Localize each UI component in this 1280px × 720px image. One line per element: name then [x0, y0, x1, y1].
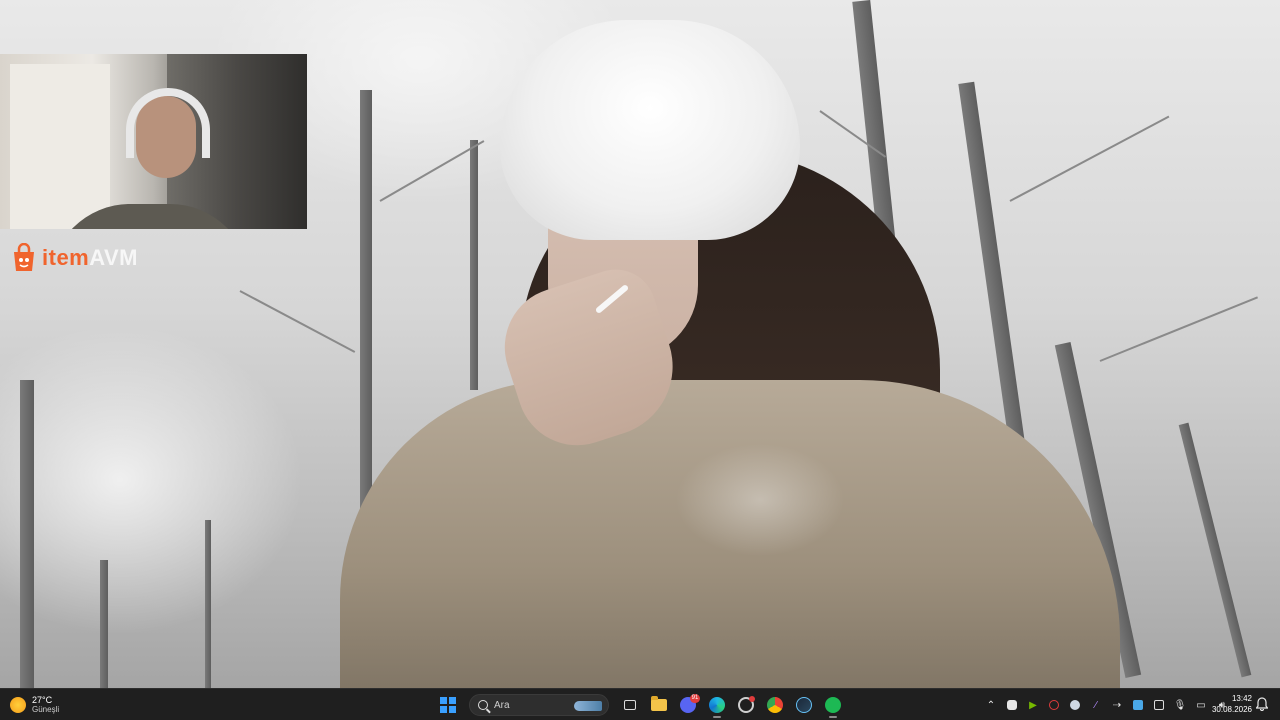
taskbar: 27°C Güneşli Ara 91 ⌃ ▶ ∕ ⇢ 🎙︎ ▭ 🔊︎ 13:4… — [0, 688, 1280, 720]
weather-widget[interactable]: 27°C Güneşli — [10, 692, 59, 718]
arrow-icon: ⇢ — [1112, 699, 1122, 711]
discord-tray-icon — [1007, 700, 1017, 710]
file-explorer-icon — [651, 696, 667, 711]
steam-tray-icon — [1070, 700, 1080, 710]
clock-time: 13:42 — [1231, 694, 1252, 703]
microphone-icon: 🎙︎ — [1173, 699, 1187, 711]
logo-text: itemAVM — [42, 245, 138, 271]
arrow-tray-button[interactable]: ⇢ — [1108, 695, 1126, 715]
tree-branch — [1099, 296, 1258, 362]
tree-trunk — [470, 140, 478, 390]
show-hidden-icons-button[interactable]: ⌃ — [982, 695, 1000, 715]
opera-tray-icon — [1049, 700, 1059, 710]
logo-text-avm: AVM — [89, 245, 139, 270]
nvidia-tray-button[interactable]: ▶ — [1024, 695, 1042, 715]
search-highlight-icon — [574, 701, 602, 711]
active-indicator — [713, 716, 721, 718]
opera-tray-button[interactable] — [1045, 695, 1063, 715]
discord-button[interactable]: 91 — [676, 693, 700, 717]
taskbar-search[interactable]: Ara — [469, 694, 609, 716]
chrome-icon — [767, 697, 783, 713]
weather-condition: Güneşli — [32, 705, 60, 714]
network-tray-button[interactable] — [1129, 695, 1147, 715]
clock-date: 30.08.2026 — [1211, 705, 1252, 714]
spotify-button[interactable] — [821, 693, 845, 718]
sun-icon — [10, 697, 26, 713]
tray-app-icon-2 — [1154, 700, 1164, 710]
active-indicator — [829, 716, 837, 718]
microphone-button[interactable]: 🎙︎ — [1171, 695, 1189, 715]
logo-text-item: item — [42, 245, 90, 270]
steam-icon — [796, 697, 812, 713]
wallpaper-subject-coat — [340, 380, 1120, 688]
search-placeholder: Ara — [494, 699, 510, 711]
tree-trunk — [100, 560, 108, 688]
edge-button[interactable] — [705, 693, 729, 718]
task-view-icon — [624, 700, 636, 710]
edge-icon — [709, 697, 725, 713]
task-view-button[interactable] — [618, 693, 642, 717]
weather-temperature: 27°C — [32, 695, 53, 705]
display-icon: ▭ — [1196, 699, 1206, 711]
tray-app-button-2[interactable] — [1150, 695, 1168, 715]
tree-trunk — [1178, 422, 1252, 678]
taskbar-clock[interactable]: 13:42 30.08.2026 — [1206, 693, 1252, 715]
discord-notification-badge: 91 — [690, 694, 700, 703]
webcam-overlay — [0, 54, 307, 229]
discord-tray-button[interactable] — [1003, 695, 1021, 715]
tray-app-icon: ∕ — [1095, 699, 1097, 711]
system-tray: ⌃ ▶ ∕ ⇢ 🎙︎ ▭ 🔊︎ — [982, 692, 1231, 718]
wallpaper-subject-hat — [500, 20, 800, 240]
notification-dot — [749, 696, 755, 702]
windows-icon — [440, 697, 456, 713]
tree-trunk — [20, 380, 34, 688]
file-explorer-button[interactable] — [647, 693, 671, 717]
network-icon — [1133, 700, 1143, 710]
webcam-background-wall — [10, 64, 110, 229]
tree-trunk — [205, 520, 211, 688]
taskbar-pinned-apps: Ara 91 — [436, 692, 845, 718]
itemavm-logo: itemAVM — [10, 241, 138, 275]
spotify-icon — [825, 697, 841, 713]
tree-branch — [1009, 115, 1170, 202]
chrome-button[interactable] — [763, 693, 787, 717]
chevron-up-icon: ⌃ — [986, 699, 996, 711]
search-icon — [478, 700, 488, 710]
shopping-bag-icon — [14, 243, 34, 271]
opera-gx-button[interactable] — [734, 693, 758, 717]
tree-branch — [239, 290, 356, 353]
steam-button[interactable] — [792, 693, 816, 717]
notification-bell-icon[interactable] — [1256, 697, 1268, 711]
steam-tray-button[interactable] — [1066, 695, 1084, 715]
tree-branch — [379, 140, 485, 202]
tray-app-button[interactable]: ∕ — [1087, 695, 1105, 715]
nvidia-icon: ▶ — [1029, 699, 1037, 711]
start-button[interactable] — [436, 693, 460, 717]
